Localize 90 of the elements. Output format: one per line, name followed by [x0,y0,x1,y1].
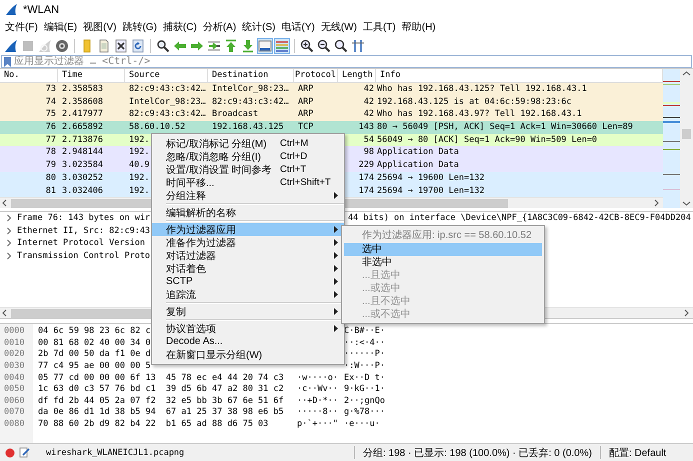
hex-bytes: da 0e 86 d1 1d 38 b5 94 67 a1 25 37 38 98 e6 b5 [38,407,284,418]
ascii-bytes: C·B#··E· [344,326,385,338]
table-cell: 192. [129,186,150,196]
table-cell: 2.358583 [62,84,103,94]
hex-bytes: 00 81 68 02 40 00 34 0 [38,338,151,348]
window-title: *WLAN [23,4,60,16]
byte-offset: 0040 [3,372,26,384]
table-cell: 192. [129,172,150,183]
byte-offset: 0050 [3,384,26,396]
table-cell: 98 [364,147,374,158]
byte-offset: 0030 [3,360,26,373]
table-cell: 82:c9:43:c3:42… [129,109,206,120]
table-cell: 54 [364,134,374,145]
table-cell: 82:c9:43:c3:42… [212,96,289,107]
submenu-title: 作为过滤器应用: ip.src == 58.60.10.52 [361,228,533,243]
hex-bytes: df fd 2b 44 05 2a 07 f2 32 e5 bb 3b 67 6e 51 6f [38,396,284,406]
tree-item-text: 44 bits) on interface \Device\NPF_{1A8C3C09-6842-42CB-8EC9-F04DD204 [348,213,691,224]
packet-counts: 分组: 198 · 已显示: 198 (100.0%) · 已丢弃: 0 (0.0%) [363,446,592,460]
table-cell: 2.713876 [62,134,103,145]
hex-bytes: 77 c4 95 ae 00 00 00 5 [38,360,151,371]
byte-offset: 0020 [3,349,26,361]
byte-offset: 0010 [3,338,26,350]
ascii-bytes: g·%78··· [344,407,385,419]
table-cell: 40.9 [129,160,150,170]
table-cell: 192. [129,134,150,145]
table-cell: IntelCor_98:23… [129,96,206,107]
table-cell: 42 [364,84,374,94]
table-cell: Who has 192.168.43.125? Tell 192.168.43.1 [377,84,587,94]
table-cell: 3.032406 [62,186,103,196]
table-cell: ARP [298,109,314,120]
table-cell: 25694 → 19600 Len=132 [377,172,484,183]
ascii-bytes: 2··;gnQo [344,396,385,408]
hex-bytes: 05 77 cd 00 00 00 6f 13 45 78 ec e4 44 20 74 c3 [38,372,284,383]
table-cell: 81 [46,186,56,196]
table-cell: 56049 → 80 [ACK] Seq=1 Ack=90 Win=509 Len=0 [377,134,598,145]
table-cell: 79 [46,160,56,170]
table-cell: 42 [364,96,374,107]
capture-file-name: wireshark_WLANEICJL1.pcapng [46,448,186,458]
hex-bytes: 1c 63 d0 c3 57 76 bd c1 39 d5 6b 47 a2 80 31 c2 [38,384,284,394]
table-cell: ARP [298,96,314,107]
table-cell: 82:c9:43:c3:42… [129,84,206,94]
table-cell: 76 [46,122,56,132]
ascii-bytes: p·`+···" [297,418,338,429]
table-cell: 75 [46,109,56,120]
ascii-bytes: ·e···u· [344,418,380,431]
table-cell: 25694 → 19700 Len=132 [377,186,484,196]
byte-offset: 0000 [3,326,26,338]
table-cell: IntelCor_98:23… [212,84,289,94]
table-cell: 78 [46,147,56,158]
ascii-bytes: ·w····o· [297,372,338,383]
table-cell: Application Data [377,160,459,170]
ascii-bytes: ·····8·· [297,407,338,418]
byte-offset: 0060 [3,396,26,408]
ascii-bytes: ······P· [344,349,385,361]
table-cell: 3.023584 [62,160,103,170]
table-cell: 2.948144 [62,147,103,158]
table-cell: 74 [46,96,56,107]
table-cell: 143 [358,122,374,132]
table-cell: Broadcast [212,109,258,120]
table-cell: 174 [358,172,374,183]
table-cell: 42 [364,109,374,120]
byte-offset: 0070 [3,407,26,419]
table-cell: Application Data [377,147,459,158]
table-cell: 229 [358,160,374,170]
ascii-bytes: ·c··Wv·· [297,384,338,394]
table-cell: 192.168.43.125 is at 04:6c:59:98:23:6c [377,96,572,107]
byte-offset: 0080 [3,418,26,431]
table-cell: 80 [46,172,56,183]
ascii-bytes: Ex··D t· [344,372,385,384]
table-cell: 3.030252 [62,172,103,183]
ascii-bytes: ··:<·4·· [344,338,385,350]
table-cell: 73 [46,84,56,94]
table-cell: 2.358608 [62,96,103,107]
table-cell: 80 → 56049 [PSH, ACK] Seq=1 Ack=1 Win=30660 Len=89 [377,122,633,132]
table-cell: TCP [298,122,314,132]
hex-bytes: 70 88 60 2b d9 82 b4 22 b1 65 ad 88 d6 75 03 [38,418,268,429]
hex-bytes: 2b 7d 00 50 da f1 0e d [38,349,151,360]
ascii-bytes: 9·kG··1· [344,384,385,396]
table-cell: ARP [298,84,314,94]
table-cell: 2.665892 [62,122,103,132]
ascii-bytes: ·:W···P· [344,360,385,373]
table-cell: 192.168.43.125 [212,122,284,132]
table-cell: Who has 192.168.43.97? Tell 192.168.43.1 [377,109,582,120]
table-cell: 2.417977 [62,109,103,120]
table-cell: 58.60.10.52 [129,122,186,132]
table-cell: 77 [46,134,56,145]
hex-bytes: 04 6c 59 98 23 6c 82 c [38,326,151,336]
ascii-bytes: ··+D·*·· [297,396,338,406]
table-cell: 174 [358,186,374,196]
table-cell: 192. [129,147,150,158]
